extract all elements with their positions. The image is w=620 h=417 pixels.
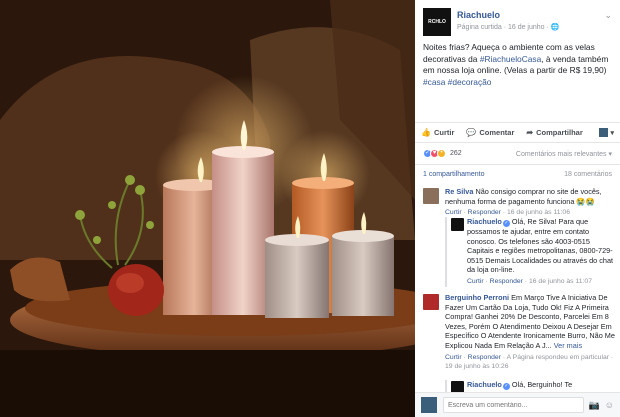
globe-icon: 🌐 [550,24,560,31]
post-text: Noites frias? Aqueça o ambiente com as v… [415,38,620,124]
post-photo[interactable] [0,0,415,417]
avatar[interactable] [423,294,439,310]
reactions-bar[interactable]: ✓ ♥ • 262 Comentários mais relevantes ▾ [415,142,620,164]
see-more-link[interactable]: Ver mais [554,341,582,350]
comment-author[interactable]: Re Silva [445,187,473,196]
hashtags-end[interactable]: #casa #decoração [423,77,491,87]
reaction-count[interactable]: 262 [450,150,462,157]
page-name-link[interactable]: Riachuelo [457,10,500,20]
thumbs-up-icon: 👍 [421,128,431,137]
private-reply-note: A Página respondeu em particular [506,353,610,361]
share-label: Compartilhar [536,128,583,137]
avatar[interactable] [423,188,439,204]
comment-time[interactable]: 16 de junho às 11:06 [507,209,570,216]
comments-count[interactable]: 18 comentários [564,171,612,178]
reply-text: Olá, Berguinho! Te [511,380,573,389]
reply-item: Riachuelo ✓ Olá, Berguinho! Te [451,380,617,392]
comment-reply-link[interactable]: Responder [468,209,501,216]
comment-item: Berguinho Perroni Em Março Tive A Inicia… [423,293,615,378]
comment-item: Re Silva Não consigo comprar no site de … [423,187,613,217]
avatar[interactable] [451,381,464,392]
comment-author[interactable]: Berguinho Perroni [445,293,509,302]
reply-body: Riachuelo ✓ Olá, Berguinho! Te [467,380,617,390]
reply-like-link[interactable]: Curtir [467,278,484,285]
camera-icon[interactable]: 📷 [589,400,600,411]
reply-reply-link[interactable]: Responder [490,278,523,285]
hashtag-riachuelocasa[interactable]: #RiachueloCasa [480,54,541,64]
share-button[interactable]: ➦ Compartilhar [526,128,582,137]
comment-actions: Curtir · Responder · A Página respondeu … [445,353,614,371]
shares-count[interactable]: 1 compartilhamento [423,171,484,178]
caret-down-icon: ▾ [610,129,614,137]
comment-composer: 📷 ☺ [415,392,620,417]
reply-body: Riachuelo ✓ Olá, Re Silva! Para que possa… [467,217,617,287]
candles-illustration [0,0,415,417]
comment-button[interactable]: 💬 Comentar [466,128,514,137]
post-meta: Página curtida · 16 de junho · 🌐 [457,23,560,31]
page-avatar[interactable]: RCHLO [423,8,451,36]
comments-list[interactable]: Re Silva Não consigo comprar no site de … [415,185,620,392]
comment-like-link[interactable]: Curtir [445,354,462,361]
avatar[interactable] [451,218,464,231]
post-actions: 👍 Curtir 💬 Comentar ➦ Compartilhar ▾ [415,122,620,142]
comment-body: Berguinho Perroni Em Março Tive A Inicia… [445,293,617,372]
wow-reaction-icon: • [437,149,446,158]
comment-reply-link[interactable]: Responder [468,354,501,361]
current-user-avatar [421,397,437,413]
like-label: Curtir [433,128,455,137]
page-selector-button[interactable]: ▾ [599,128,614,137]
comment-icon: 💬 [466,128,477,137]
share-icon: ➦ [526,128,534,137]
reply-thread: Riachuelo ✓ Olá, Berguinho! Te [445,380,615,392]
comment-label: Comentar [479,128,515,137]
like-button[interactable]: 👍 Curtir [421,128,454,137]
post-side-panel: RCHLO Riachuelo Página curtida · 16 de j… [415,0,620,417]
reply-item: Riachuelo ✓ Olá, Re Silva! Para que possa… [451,217,617,287]
chevron-down-icon[interactable]: ⌄ [604,10,612,21]
verified-badge-icon: ✓ [502,220,510,227]
reply-author[interactable]: Riachuelo [467,217,502,226]
comments-filter-dropdown[interactable]: Comentários mais relevantes ▾ [516,150,612,158]
post-meta-text: Página curtida · 16 de junho · [457,24,551,31]
reply-time[interactable]: 16 de junho às 11:07 [529,278,592,285]
counts-bar: 1 compartilhamento 18 comentários [415,164,620,184]
comment-body: Re Silva Não consigo comprar no site de … [445,187,617,218]
verified-badge-icon: ✓ [502,383,510,390]
reply-thread: Riachuelo ✓ Olá, Re Silva! Para que possa… [445,217,615,287]
comment-like-link[interactable]: Curtir [445,209,462,216]
reply-actions: Curtir · Responder · 16 de junho às 11:0… [467,277,592,285]
post-header: RCHLO Riachuelo Página curtida · 16 de j… [415,0,620,38]
reply-author[interactable]: Riachuelo [467,380,502,389]
comment-time[interactable]: 19 de junho às 10:26 [445,363,509,370]
page-thumb-icon [599,128,609,137]
comment-input[interactable] [443,397,584,413]
emoji-icon[interactable]: ☺ [605,400,614,410]
